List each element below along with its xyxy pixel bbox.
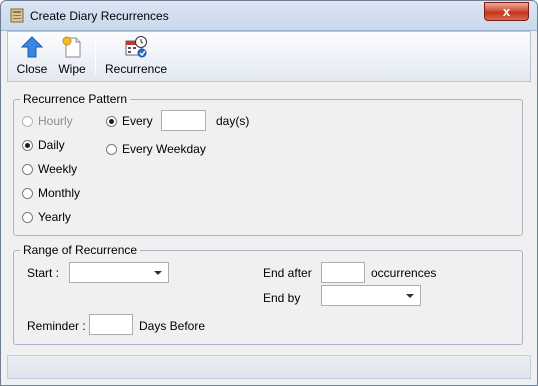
radio-hourly-label: Hourly [38,114,73,128]
radio-weekly[interactable]: Weekly [22,162,77,176]
recurrence-pattern-legend: Recurrence Pattern [20,92,131,106]
reminder-days-input[interactable] [89,314,133,335]
start-date-dropdown[interactable] [69,262,169,283]
chevron-down-icon [154,271,162,275]
recurrence-calendar-icon [125,36,147,58]
range-of-recurrence-group: Range of Recurrence Start : End after oc… [13,243,523,345]
wipe-button-label: Wipe [58,62,86,76]
toolbar-separator [95,40,96,74]
radio-button-icon [106,144,117,155]
close-button-label: Close [16,62,48,76]
up-arrow-icon [21,36,43,58]
radio-monthly-label: Monthly [38,186,81,200]
days-unit-label: day(s) [216,114,250,128]
radio-yearly-label: Yearly [38,210,71,224]
recurrence-pattern-group: Recurrence Pattern Hourly Daily Weekly M… [13,92,523,236]
radio-button-icon [22,212,33,223]
radio-button-icon [22,188,33,199]
radio-button-icon [22,116,33,127]
chevron-down-icon [406,294,414,298]
reminder-label: Reminder : [27,319,86,333]
days-before-label: Days Before [139,319,206,333]
radio-weekly-label: Weekly [38,162,78,176]
window-close-button[interactable]: x [484,2,529,21]
every-days-input[interactable] [161,110,206,131]
end-after-label: End after [263,266,312,280]
radio-yearly[interactable]: Yearly [22,210,71,224]
window-title: Create Diary Recurrences [30,9,169,23]
new-document-icon [62,36,81,58]
dialog-window: Create Diary Recurrences x Close Wipe Re… [0,0,538,386]
close-button[interactable]: Close [12,32,52,81]
radio-hourly[interactable]: Hourly [22,114,73,128]
radio-button-selected-icon [22,140,33,151]
every-label: Every [122,114,153,128]
radio-every-n-days[interactable]: Every [106,114,153,128]
range-of-recurrence-legend: Range of Recurrence [20,243,141,257]
radio-every-weekday[interactable]: Every Weekday [106,142,206,156]
title-bar[interactable]: Create Diary Recurrences x [1,1,537,31]
end-by-label: End by [263,291,301,305]
toolbar: Close Wipe Recurrence [7,31,531,82]
radio-button-selected-icon [106,116,117,127]
radio-button-icon [22,164,33,175]
recurrence-button-label: Recurrence [104,62,168,76]
radio-daily[interactable]: Daily [22,138,65,152]
end-after-input[interactable] [321,262,365,283]
recurrence-button[interactable]: Recurrence [102,32,170,81]
radio-monthly[interactable]: Monthly [22,186,80,200]
radio-daily-label: Daily [38,138,65,152]
end-by-dropdown[interactable] [321,285,421,306]
wipe-button[interactable]: Wipe [54,32,90,81]
occurrences-label: occurrences [371,266,437,280]
status-bar [7,355,531,379]
diary-app-icon [10,8,24,23]
start-label: Start : [27,266,60,280]
every-weekday-label: Every Weekday [122,142,206,156]
